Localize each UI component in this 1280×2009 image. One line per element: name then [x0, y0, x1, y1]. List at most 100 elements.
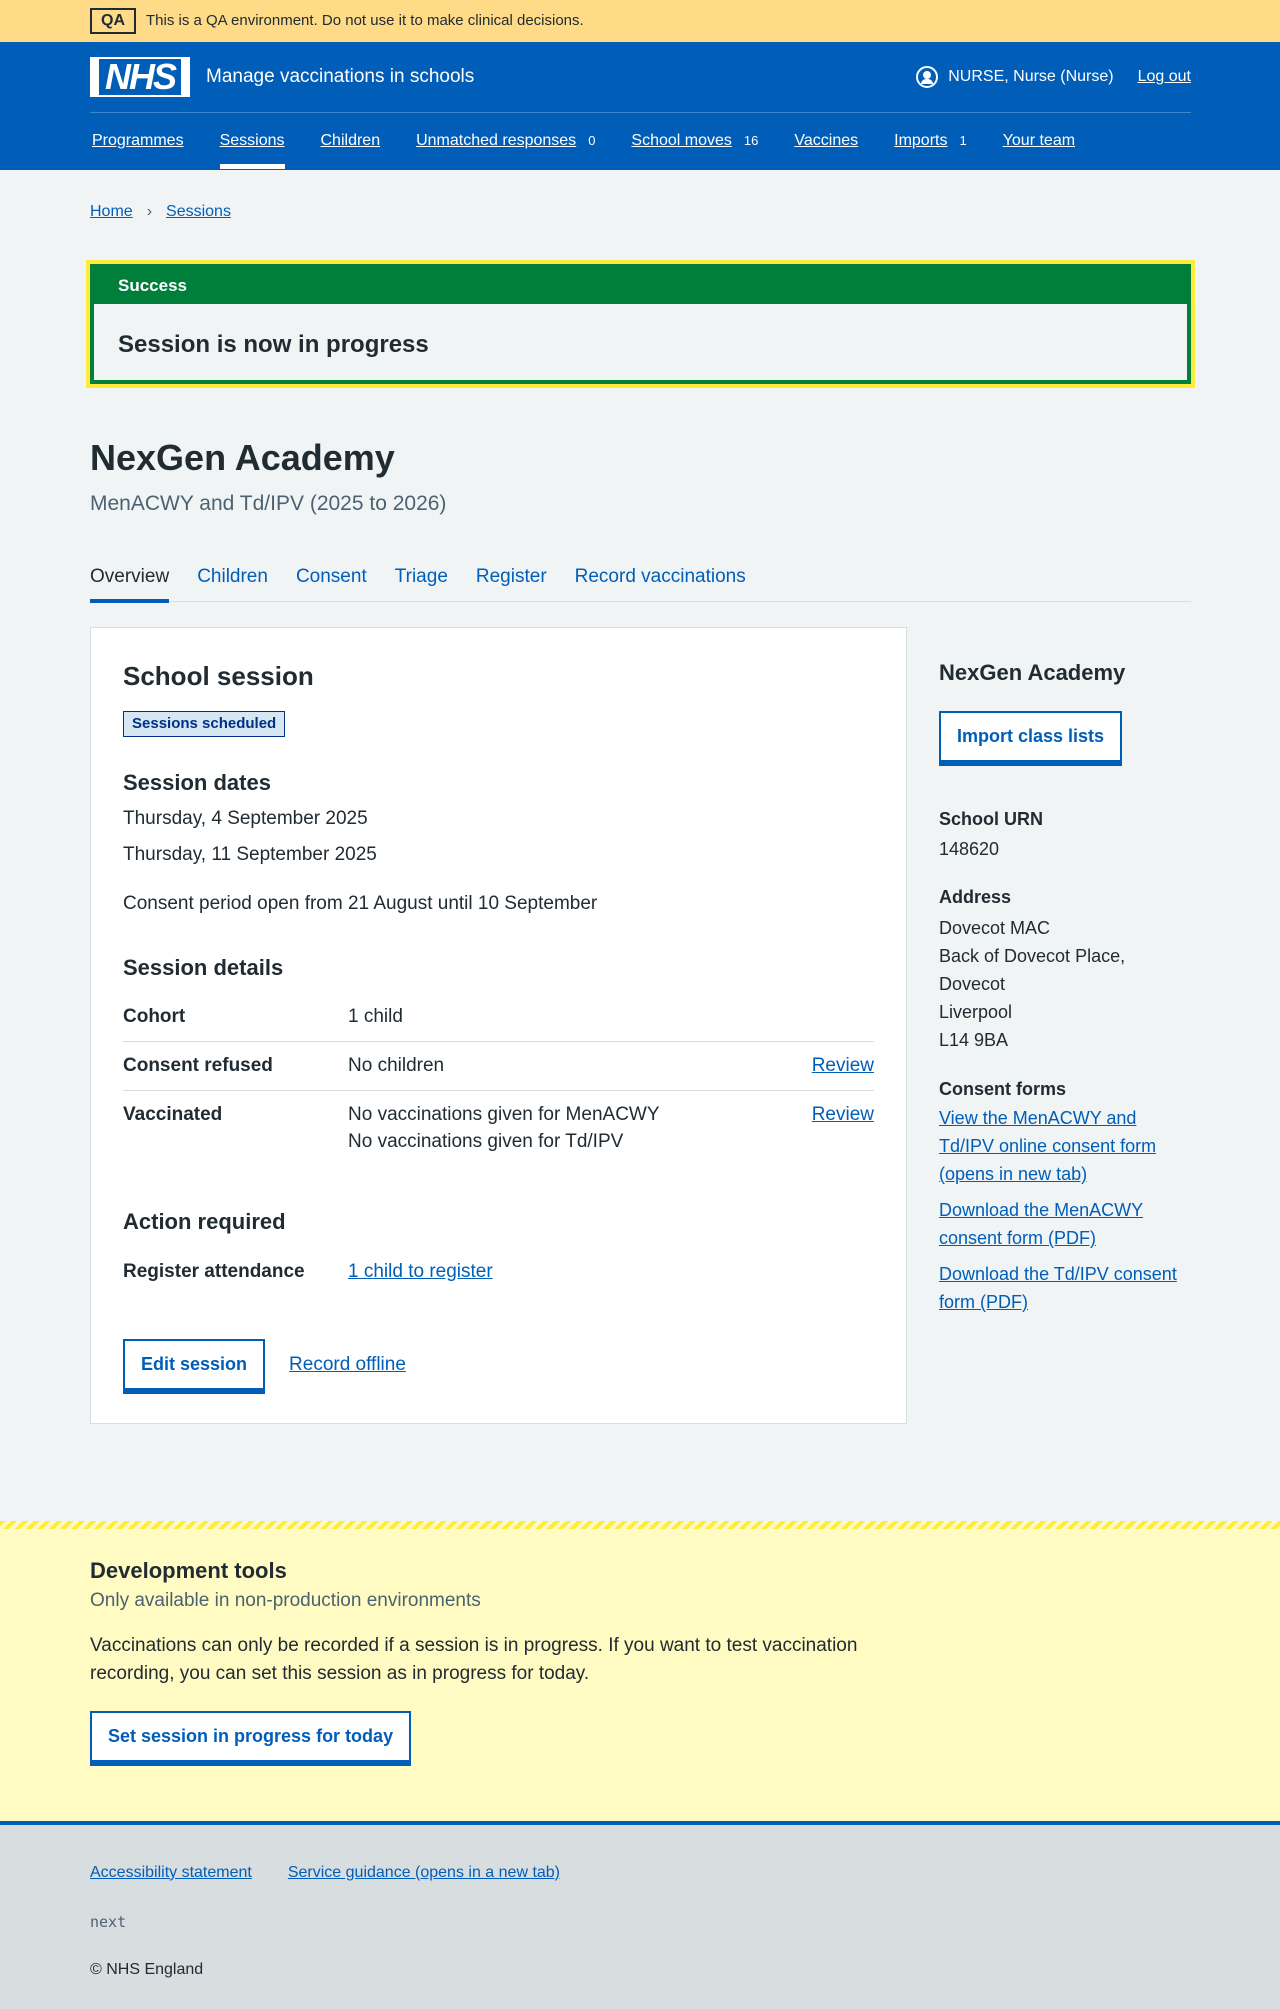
site-footer: Accessibility statement Service guidance…: [0, 1820, 1280, 2009]
nav-imports[interactable]: Imports 1: [894, 113, 967, 169]
tab-overview[interactable]: Overview: [90, 552, 170, 603]
tab-register[interactable]: Register: [476, 552, 547, 602]
qa-text: This is a QA environment. Do not use it …: [146, 12, 584, 30]
consent-form-links: View the MenACWY and Td/IPV online conse…: [939, 1104, 1191, 1316]
account: NURSE, Nurse (Nurse) Log out: [916, 65, 1191, 88]
summary-key: Cohort: [123, 1006, 186, 1028]
nav-programmes-link[interactable]: Programmes: [92, 129, 184, 152]
review-consent-refused-link[interactable]: Review: [812, 1055, 874, 1076]
nav-children-link[interactable]: Children: [321, 129, 381, 152]
site-header: NHS Manage vaccinations in schools NURSE…: [0, 42, 1280, 170]
breadcrumb-home[interactable]: Home: [90, 200, 133, 223]
address-line: Dovecot MAC: [939, 917, 1051, 938]
nav-imports-link[interactable]: Imports: [894, 129, 947, 152]
import-class-lists-button[interactable]: Import class lists: [939, 710, 1123, 762]
logout-link[interactable]: Log out: [1138, 65, 1191, 88]
page-title: NexGen Academy: [90, 437, 395, 478]
breadcrumb-sessions[interactable]: Sessions: [166, 200, 231, 223]
summary-row-consent-refused: Consent refused No children Review: [123, 1042, 874, 1091]
user-name: NURSE, Nurse (Nurse): [948, 68, 1114, 86]
nav-programmes[interactable]: Programmes: [92, 113, 184, 169]
unmatched-count: 0: [588, 132, 596, 148]
nav-your-team-link[interactable]: Your team: [1003, 129, 1075, 152]
consent-period: Consent period open from 21 August until…: [123, 893, 598, 915]
summary-key: Register attendance: [123, 1260, 305, 1282]
online-consent-form-link[interactable]: View the MenACWY and Td/IPV online conse…: [939, 1104, 1191, 1188]
session-tabs: Overview Children Consent Triage Registe…: [90, 552, 1191, 603]
address-heading: Address: [939, 886, 1012, 907]
school-session-card: School session Sessions scheduled Sessio…: [90, 626, 907, 1424]
success-banner-title: Success: [94, 268, 1187, 304]
tdipv-pdf-link[interactable]: Download the Td/IPV consent form (PDF): [939, 1260, 1191, 1316]
session-dates-heading: Session dates: [123, 770, 271, 796]
nav-sessions[interactable]: Sessions: [219, 113, 285, 169]
devtools-subtitle: Only available in non-production environ…: [90, 1589, 481, 1611]
summary-value: No children: [348, 1055, 445, 1077]
service-guidance-link[interactable]: Service guidance (opens in a new tab): [288, 1861, 560, 1884]
success-banner-message: Session is now in progress: [118, 331, 429, 358]
tab-children[interactable]: Children: [197, 552, 268, 602]
nav-school-moves-link[interactable]: School moves: [631, 129, 732, 152]
address-line: Dovecot: [939, 973, 1006, 994]
development-tools: Development tools Only available in non-…: [0, 1520, 1280, 1821]
service-name: Manage vaccinations in schools: [206, 66, 475, 88]
vaccinated-tdipv: No vaccinations given for Td/IPV: [348, 1131, 624, 1153]
nav-children[interactable]: Children: [321, 113, 381, 169]
nav-unmatched-responses[interactable]: Unmatched responses 0: [416, 113, 595, 169]
user-icon: [916, 66, 939, 88]
nav-vaccines-link[interactable]: Vaccines: [794, 129, 858, 152]
session-date: Thursday, 11 September 2025: [123, 843, 377, 865]
success-banner: Success Session is now in progress: [86, 260, 1195, 388]
address-line: Liverpool: [939, 1001, 1013, 1022]
action-required-list: Register attendance 1 child to register: [123, 1248, 874, 1296]
primary-nav: Programmes Sessions Children Unmatched r…: [90, 113, 1191, 169]
summary-row-register: Register attendance 1 child to register: [123, 1248, 874, 1296]
nav-your-team[interactable]: Your team: [1003, 113, 1075, 169]
urn-heading: School URN: [939, 808, 1044, 829]
school-moves-count: 16: [743, 132, 759, 148]
address-line: Back of Dovecot Place,: [939, 945, 1126, 966]
footer-links: Accessibility statement Service guidance…: [90, 1861, 1191, 1884]
session-details-list: Cohort 1 child Consent refused No childr…: [123, 993, 874, 1165]
summary-value: 1 child: [348, 1006, 403, 1028]
summary-value: No vaccinations given for MenACWY No vac…: [348, 1090, 774, 1166]
devtools-description: Vaccinations can only be recorded if a s…: [90, 1635, 858, 1684]
card-title: School session: [123, 660, 314, 691]
status-badge: Sessions scheduled: [123, 711, 286, 738]
accessibility-statement-link[interactable]: Accessibility statement: [90, 1861, 252, 1884]
nav-sessions-link[interactable]: Sessions: [220, 129, 285, 152]
address-line: L14 9BA: [939, 1029, 1009, 1050]
edit-session-button[interactable]: Edit session: [123, 1339, 266, 1391]
school-sidebar: NexGen Academy Import class lists School…: [939, 627, 1191, 1424]
action-required-heading: Action required: [123, 1208, 286, 1234]
home-logo-link[interactable]: NHS Manage vaccinations in schools: [90, 57, 474, 97]
summary-row-cohort: Cohort 1 child: [123, 993, 874, 1042]
review-vaccinated-link[interactable]: Review: [812, 1104, 874, 1125]
register-link[interactable]: 1 child to register: [348, 1261, 493, 1282]
commit-label: next: [90, 1912, 127, 1931]
set-in-progress-button[interactable]: Set session in progress for today: [90, 1711, 412, 1763]
record-offline-link[interactable]: Record offline: [289, 1351, 406, 1379]
sidebar-title: NexGen Academy: [939, 659, 1126, 685]
consent-forms-heading: Consent forms: [939, 1078, 1067, 1099]
summary-key: Vaccinated: [123, 1103, 223, 1125]
vaccinated-menacwy: No vaccinations given for MenACWY: [348, 1103, 660, 1125]
nav-vaccines[interactable]: Vaccines: [794, 113, 858, 169]
breadcrumb: Home › Sessions: [90, 170, 1191, 230]
nav-school-moves[interactable]: School moves 16: [631, 113, 758, 169]
chevron-right-icon: ›: [146, 203, 153, 221]
imports-count: 1: [959, 132, 967, 148]
tab-consent[interactable]: Consent: [296, 552, 367, 602]
tab-record-vaccinations[interactable]: Record vaccinations: [575, 552, 746, 602]
summary-key: Consent refused: [123, 1055, 273, 1077]
summary-row-vaccinated: Vaccinated No vaccinations given for Men…: [123, 1090, 874, 1166]
qa-banner: QA This is a QA environment. Do not use …: [0, 0, 1280, 42]
devtools-title: Development tools: [90, 1557, 287, 1583]
nav-unmatched-link[interactable]: Unmatched responses: [416, 129, 576, 152]
session-details-heading: Session details: [123, 954, 284, 980]
tab-triage[interactable]: Triage: [395, 552, 448, 602]
session-date: Thursday, 4 September 2025: [123, 807, 368, 829]
nhs-logo: NHS: [90, 57, 190, 97]
address: Dovecot MAC Back of Dovecot Place, Dovec…: [939, 914, 1191, 1054]
menacwy-pdf-link[interactable]: Download the MenACWY consent form (PDF): [939, 1196, 1191, 1252]
